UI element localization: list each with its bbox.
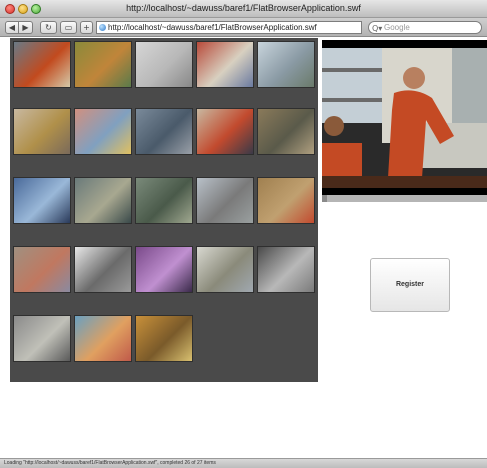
thumb-limo-seats[interactable] bbox=[257, 246, 315, 293]
thumbnail-gallery bbox=[10, 38, 318, 382]
bookmark-icon: ▭ bbox=[64, 23, 73, 32]
thumb-men-in-office[interactable] bbox=[196, 108, 254, 155]
video-progress-fill bbox=[322, 195, 327, 202]
back-button[interactable]: ◀ bbox=[5, 21, 19, 34]
thumb-street-pedestrian[interactable] bbox=[13, 315, 71, 362]
thumb-graffiti-floral[interactable] bbox=[74, 41, 132, 88]
reload-icon: ↻ bbox=[45, 23, 52, 32]
window-titlebar: http://localhost/~dawuss/baref1/FlatBrow… bbox=[0, 0, 487, 18]
thumb-statue-of-liberty[interactable] bbox=[257, 41, 315, 88]
thumb-glass-building[interactable] bbox=[74, 177, 132, 224]
thumb-golden-statue[interactable] bbox=[13, 108, 71, 155]
browser-toolbar: ◀ ▶ ↻ ▭ + http://localhost/~dawuss/baref… bbox=[0, 18, 487, 37]
thumb-airplane[interactable] bbox=[135, 41, 193, 88]
search-input[interactable]: Q▾ Google bbox=[368, 21, 482, 34]
thumb-computer-screen[interactable] bbox=[13, 177, 71, 224]
thumb-factory-machine[interactable] bbox=[135, 177, 193, 224]
window-title: http://localhost/~dawuss/baref1/FlatBrow… bbox=[126, 3, 361, 13]
search-icon: Q▾ bbox=[372, 24, 383, 33]
thumb-license-plates[interactable] bbox=[135, 315, 193, 362]
thumb-city-street[interactable] bbox=[196, 177, 254, 224]
thumb-graffiti-wall[interactable] bbox=[74, 108, 132, 155]
thumb-worker-orange[interactable] bbox=[13, 41, 71, 88]
add-bookmark-button[interactable]: + bbox=[80, 21, 93, 34]
plus-icon: + bbox=[83, 23, 90, 32]
thumb-iron-fence[interactable] bbox=[135, 108, 193, 155]
forward-button[interactable]: ▶ bbox=[19, 21, 33, 34]
status-bar: Loading "http://localhost/~dawuss/baref1… bbox=[0, 458, 487, 468]
bookmark-button[interactable]: ▭ bbox=[60, 21, 77, 34]
register-button[interactable]: Register bbox=[370, 258, 450, 312]
address-text: http://localhost/~dawuss/baref1/FlatBrow… bbox=[108, 23, 317, 32]
video-frame bbox=[322, 48, 487, 188]
forward-arrow-icon: ▶ bbox=[22, 23, 29, 32]
page-content: Register bbox=[0, 38, 487, 458]
thumb-white-limo[interactable] bbox=[196, 246, 254, 293]
thumb-graffiti-letters[interactable] bbox=[13, 246, 71, 293]
video-progress-bar[interactable] bbox=[322, 195, 487, 202]
thumb-graffiti-colorful[interactable] bbox=[74, 315, 132, 362]
search-placeholder: Google bbox=[384, 23, 410, 32]
back-arrow-icon: ◀ bbox=[8, 23, 16, 32]
thumb-tabletop-machine[interactable] bbox=[257, 108, 315, 155]
thumb-us-flag[interactable] bbox=[196, 41, 254, 88]
address-input[interactable]: http://localhost/~dawuss/baref1/FlatBrow… bbox=[96, 21, 362, 34]
globe-icon bbox=[99, 24, 106, 31]
thumb-workshop[interactable] bbox=[257, 177, 315, 224]
thumb-limo-interior[interactable] bbox=[135, 246, 193, 293]
thumb-white-car[interactable] bbox=[74, 246, 132, 293]
reload-button[interactable]: ↻ bbox=[40, 21, 57, 34]
video-player[interactable] bbox=[322, 40, 487, 202]
